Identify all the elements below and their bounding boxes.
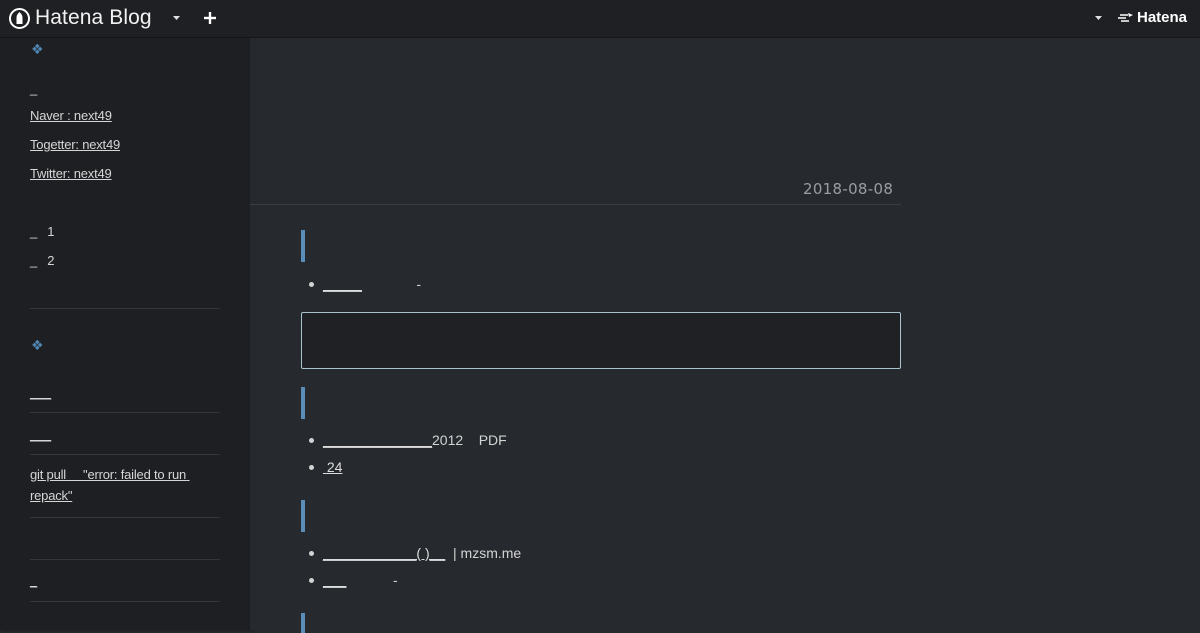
sidebar-divider	[30, 454, 220, 455]
sidebar-divider	[30, 517, 220, 518]
sidebar-recent-post-link[interactable]: git pull "error: failed to run repack"	[30, 464, 220, 506]
list-item-link[interactable]: 24	[323, 459, 343, 475]
list-item-link[interactable]: _____	[323, 276, 362, 292]
sidebar-placeholder-text: _	[30, 81, 38, 96]
sidebar-item-1: _ 1	[30, 224, 55, 239]
sidebar-recent-post-link[interactable]: _	[30, 573, 37, 588]
list-item-text: -	[346, 572, 398, 588]
section-heading-bar	[301, 500, 305, 532]
entry-list: _____ -	[301, 274, 421, 301]
sidebar-divider	[30, 412, 220, 413]
hatena-blog-brand-link[interactable]: Hatena Blog	[9, 6, 152, 30]
hatena-home-link[interactable]: Hatena	[1118, 9, 1187, 26]
top-bar: Hatena Blog Hatena	[0, 0, 1200, 38]
user-menu-dropdown[interactable]	[1091, 11, 1105, 25]
brand-title: Hatena Blog	[35, 6, 152, 29]
sidebar-divider	[30, 601, 220, 602]
section-heading-bar	[301, 613, 305, 633]
main-content: 2018-08-08 _____ - ______________2012 PD…	[250, 38, 1200, 633]
sidebar-divider	[30, 308, 220, 309]
blog-menu-dropdown[interactable]	[169, 11, 183, 25]
section-heading-icon: ❖	[31, 42, 44, 58]
entry-list: ______________2012 PDF 24	[301, 430, 507, 484]
sidebar-link-naver[interactable]: Naver : next49	[30, 108, 112, 123]
list-item-text: | mzsm.me	[445, 545, 522, 561]
list-item-text: -	[361, 276, 422, 292]
hatena-bird-icon	[1118, 12, 1133, 22]
sidebar-link-togetter[interactable]: Togetter: next49	[30, 137, 120, 152]
hatena-wordmark: Hatena	[1137, 9, 1188, 26]
chevron-down-icon	[1094, 15, 1102, 20]
entry-list: ____________( )__ | mzsm.me ___ -	[301, 543, 521, 597]
new-post-button[interactable]	[202, 10, 218, 26]
plus-icon	[204, 12, 216, 24]
hatena-blog-logo-icon	[9, 7, 30, 29]
list-item-link[interactable]: ___	[323, 572, 346, 588]
embed-card[interactable]	[301, 312, 901, 369]
list-item: ______________2012 PDF	[309, 430, 507, 457]
list-item: ____________( )__ | mzsm.me	[308, 543, 522, 570]
section-heading-bar	[301, 230, 305, 262]
list-item-link[interactable]: ______________	[323, 432, 432, 448]
list-item: ___ -	[308, 570, 521, 597]
chevron-down-icon	[172, 15, 180, 20]
sidebar-link-twitter[interactable]: Twitter: next49	[30, 166, 112, 181]
entry-date[interactable]: 2018-08-08	[803, 180, 893, 198]
sidebar-recent-post-link[interactable]: ___	[30, 385, 51, 400]
section-heading-bar	[301, 387, 305, 419]
date-divider	[250, 204, 901, 205]
sidebar-recent-post-link[interactable]: ___	[30, 427, 51, 442]
sidebar-divider	[30, 559, 220, 560]
list-item-text: 2012 PDF	[432, 432, 507, 448]
list-item: _____ -	[308, 274, 422, 301]
section-heading-icon: ❖	[31, 338, 44, 354]
sidebar: ❖ _ Naver : next49 Togetter: next49 Twit…	[0, 38, 250, 630]
sidebar-item-2: _ 2	[30, 253, 55, 268]
list-item: 24	[309, 457, 507, 484]
list-item-link[interactable]: ____________( )__	[323, 545, 445, 561]
